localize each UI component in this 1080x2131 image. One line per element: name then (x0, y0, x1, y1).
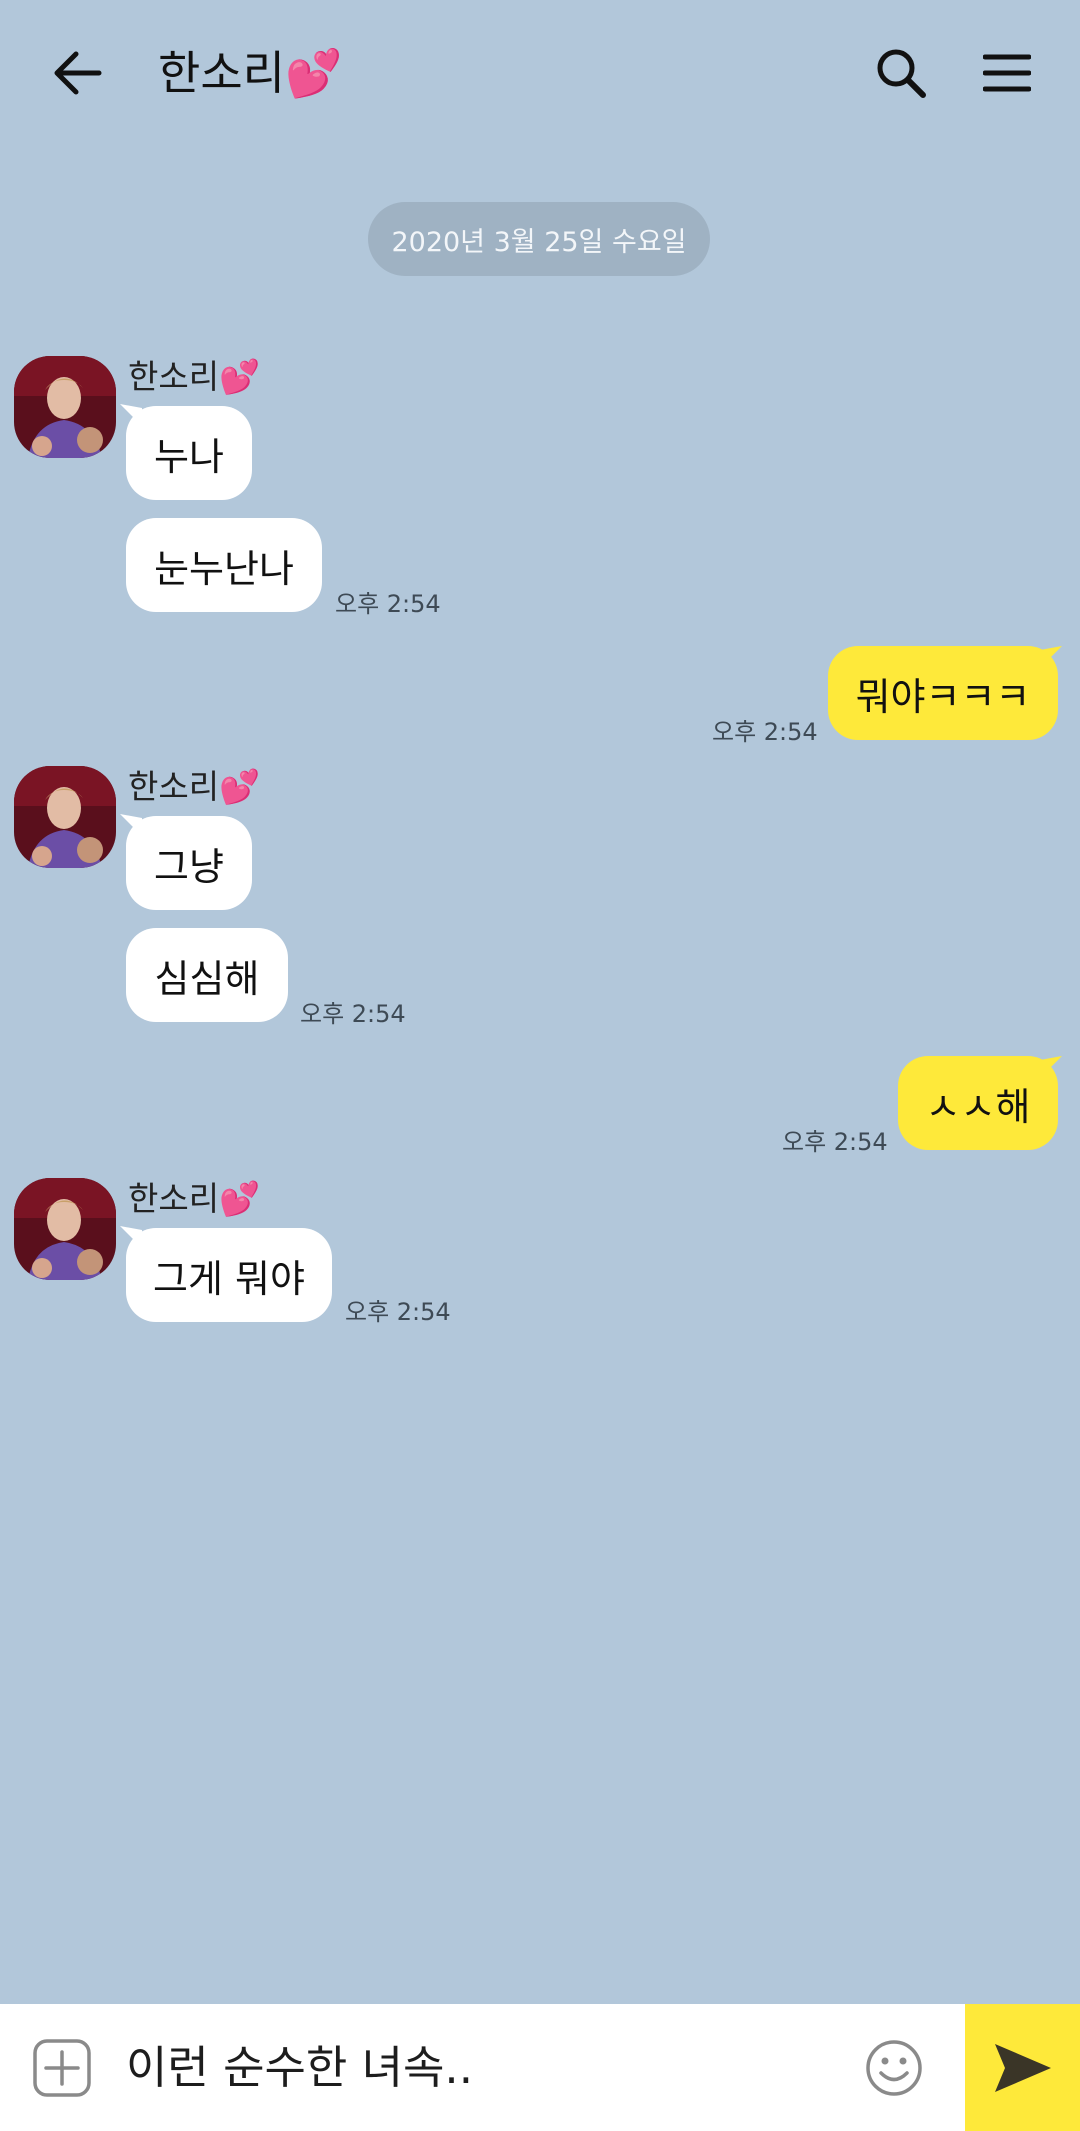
message-bubble[interactable]: 뭐야ㅋㅋㅋ (828, 646, 1058, 740)
message-time: 오후 2:54 (335, 590, 441, 618)
message-time: 오후 2:54 (345, 1298, 451, 1326)
plus-icon[interactable] (28, 2034, 96, 2102)
bubble-tail (1040, 646, 1062, 668)
message-bubble[interactable]: 심심해 (126, 928, 288, 1022)
emoji-icon[interactable] (858, 2032, 930, 2104)
message-bubble[interactable]: ㅅㅅ해 (898, 1056, 1058, 1150)
back-arrow-icon[interactable] (44, 40, 110, 106)
date-divider: 2020년 3월 25일 수요일 (368, 202, 710, 276)
sender-name: 한소리💕 (128, 1179, 261, 1218)
message-input-bar: 이런 순수한 녀속.. (0, 2004, 1080, 2131)
sender-name: 한소리💕 (128, 767, 261, 806)
message-time: 오후 2:54 (712, 718, 818, 746)
search-icon[interactable] (868, 40, 934, 106)
bubble-tail (1040, 1056, 1062, 1078)
message-input[interactable]: 이런 순수한 녀속.. (126, 2032, 473, 2104)
avatar[interactable] (14, 766, 116, 868)
message-bubble[interactable]: 눈누난나 (126, 518, 322, 612)
avatar[interactable] (14, 1178, 116, 1280)
chat-title: 한소리💕 (158, 46, 343, 100)
message-bubble[interactable]: 누나 (126, 406, 252, 500)
hamburger-menu-icon[interactable] (974, 40, 1040, 106)
send-button[interactable] (965, 2004, 1080, 2131)
message-bubble[interactable]: 그냥 (126, 816, 252, 910)
message-bubble[interactable]: 그게 뭐야 (126, 1228, 332, 1322)
send-icon (994, 2043, 1051, 2092)
message-time: 오후 2:54 (782, 1128, 888, 1156)
message-time: 오후 2:54 (300, 1000, 406, 1028)
chat-header: 한소리💕 (0, 0, 1080, 150)
avatar[interactable] (14, 356, 116, 458)
sender-name: 한소리💕 (128, 357, 261, 396)
